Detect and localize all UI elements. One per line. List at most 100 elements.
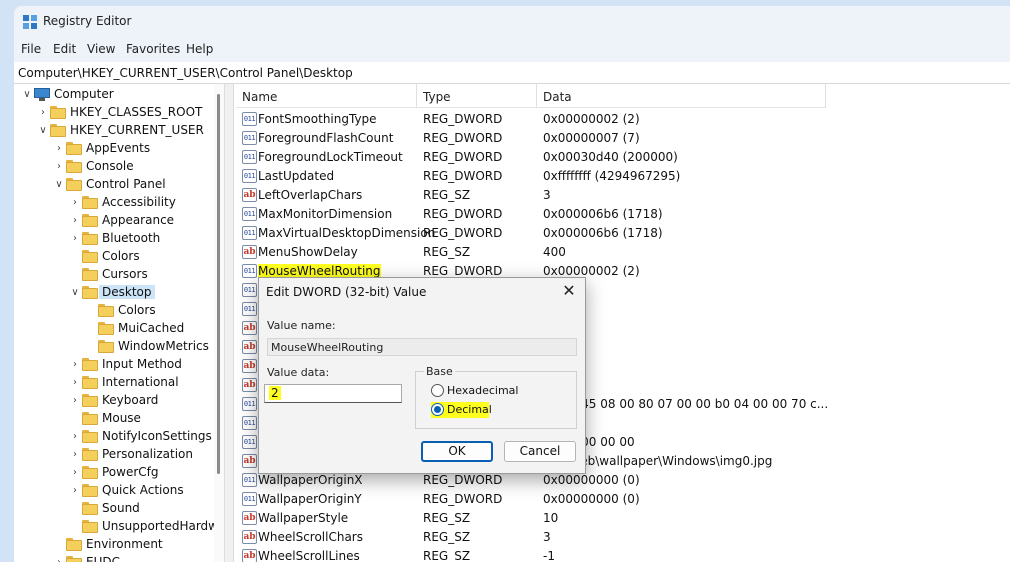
tree-item-label: WindowMetrics [118,339,209,353]
table-row[interactable]: 011 LastUpdated REG_DWORD 0xffffffff (42949… [236,167,1010,186]
tree-item[interactable]: ∨ HKEY_CURRENT_USER [14,122,214,140]
table-row[interactable]: 011 ForegroundLockTimeout REG_DWORD 0x00030… [236,148,1010,167]
tree-item[interactable]: WindowMetrics [14,338,214,356]
cell-type: REG_DWORD [423,492,503,506]
tree-item[interactable]: › AppEvents [14,140,214,158]
chevron-right-icon[interactable]: › [38,106,48,120]
chevron-down-icon[interactable]: ∨ [38,124,48,138]
column-header-data[interactable]: Data [543,90,572,104]
tree-item[interactable]: › Appearance [14,212,214,230]
table-row[interactable]: ab WheelScrollLines REG_SZ -1 [236,547,1010,562]
table-row[interactable]: ab LeftOverlapChars REG_SZ 3 [236,186,1010,205]
tree-item[interactable]: › Console [14,158,214,176]
tree-item[interactable]: Colors [14,302,214,320]
string-value-icon: ab [242,378,257,392]
binary-value-icon: 011 [242,207,257,221]
cell-name: ForegroundLockTimeout [258,150,403,164]
tree-item[interactable]: › Accessibility [14,194,214,212]
column-separator[interactable] [825,84,826,108]
tree-scrollbar[interactable] [214,84,224,562]
tree-item[interactable]: › PowerCfg [14,464,214,482]
tree-item[interactable]: › Keyboard [14,392,214,410]
pane-splitter[interactable] [224,84,234,562]
tree-item[interactable]: MuiCached [14,320,214,338]
menu-edit[interactable]: Edit [53,42,76,56]
binary-value-icon: 011 [242,150,257,164]
tree-item[interactable]: Mouse [14,410,214,428]
column-separator[interactable] [536,84,537,108]
folder-icon [98,340,114,353]
tree-item[interactable]: Colors [14,248,214,266]
tree-item[interactable]: › Input Method [14,356,214,374]
column-header-name[interactable]: Name [242,90,277,104]
tree-item-label: Control Panel [86,177,166,191]
chevron-right-icon[interactable]: › [70,232,80,246]
chevron-right-icon[interactable]: › [70,448,80,462]
table-row[interactable]: 011 MaxVirtualDesktopDimension REG_DWORD 0x… [236,224,1010,243]
string-value-icon: ab [242,549,257,562]
table-row[interactable]: ab WheelScrollChars REG_SZ 3 [236,528,1010,547]
tree-item[interactable]: › Personalization [14,446,214,464]
menu-bar: File Edit View Favorites Help [14,38,1010,62]
ok-button[interactable]: OK [421,441,493,462]
column-header-type[interactable]: Type [423,90,451,104]
chevron-down-icon[interactable]: ∨ [54,178,64,192]
chevron-right-icon[interactable]: › [70,430,80,444]
title-bar[interactable]: Registry Editor [14,6,1010,38]
cell-name: MouseWheelRouting [258,264,381,278]
chevron-right-icon[interactable]: › [70,484,80,498]
tree-item[interactable]: ∨ Desktop [14,284,214,302]
tree-item[interactable]: › Bluetooth [14,230,214,248]
folder-icon [66,538,82,551]
tree-item[interactable]: › International [14,374,214,392]
table-row[interactable]: 011 WallpaperOriginY REG_DWORD 0x00000000 (… [236,490,1010,509]
tree-item[interactable]: › HKEY_CLASSES_ROOT [14,104,214,122]
chevron-right-icon[interactable]: › [70,394,80,408]
tree-item[interactable]: Environment [14,536,214,554]
tree-item[interactable]: › NotifyIconSettings [14,428,214,446]
chevron-right-icon[interactable]: › [54,142,64,156]
tree-item[interactable]: UnsupportedHardwa [14,518,214,536]
chevron-down-icon[interactable]: ∨ [70,286,80,300]
decimal-radio[interactable]: Decimal [431,402,492,418]
string-value-icon: ab [242,530,257,544]
cell-type: REG_SZ [423,188,471,202]
menu-favorites[interactable]: Favorites [126,42,180,56]
menu-help[interactable]: Help [186,42,213,56]
tree-item[interactable]: Cursors [14,266,214,284]
column-separator[interactable] [416,84,417,108]
chevron-right-icon[interactable]: › [70,358,80,372]
chevron-down-icon[interactable]: ∨ [22,88,32,102]
table-row[interactable]: ab WallpaperStyle REG_SZ 10 [236,509,1010,528]
table-row[interactable]: 011 FontSmoothingType REG_DWORD 0x00000002 … [236,110,1010,129]
cancel-button[interactable]: Cancel [504,441,576,462]
tree-scrollbar-thumb[interactable] [217,94,220,474]
radio-button-icon[interactable] [431,384,444,397]
cell-name: WheelScrollChars [258,530,363,544]
registry-editor-icon [23,15,37,29]
cell-type: REG_DWORD [423,150,503,164]
tree-item-label: Accessibility [102,195,176,209]
chevron-right-icon[interactable]: › [54,160,64,174]
chevron-right-icon[interactable]: › [70,466,80,480]
table-row[interactable]: 011 ForegroundFlashCount REG_DWORD 0x000000… [236,129,1010,148]
tree-item[interactable]: › Quick Actions [14,482,214,500]
value-data-input[interactable]: 2 [264,384,402,403]
radio-button-selected-icon[interactable] [431,403,444,416]
close-icon[interactable]: ✕ [559,281,579,301]
address-bar[interactable]: Computer\HKEY_CURRENT_USER\Control Panel… [14,62,1010,84]
tree-item-label: Sound [102,501,140,515]
chevron-right-icon[interactable]: › [54,556,64,562]
table-row[interactable]: ab MenuShowDelay REG_SZ 400 [236,243,1010,262]
chevron-right-icon[interactable]: › [70,376,80,390]
menu-view[interactable]: View [87,42,115,56]
table-row[interactable]: 011 MaxMonitorDimension REG_DWORD 0x000006b… [236,205,1010,224]
tree-item[interactable]: Sound [14,500,214,518]
chevron-right-icon[interactable]: › [70,214,80,228]
tree-item[interactable]: ∨ Control Panel [14,176,214,194]
tree-item[interactable]: ∨ Computer [14,86,214,104]
menu-file[interactable]: File [21,42,41,56]
folder-icon [82,430,98,443]
tree-item[interactable]: › EUDC [14,554,214,562]
chevron-right-icon[interactable]: › [70,196,80,210]
